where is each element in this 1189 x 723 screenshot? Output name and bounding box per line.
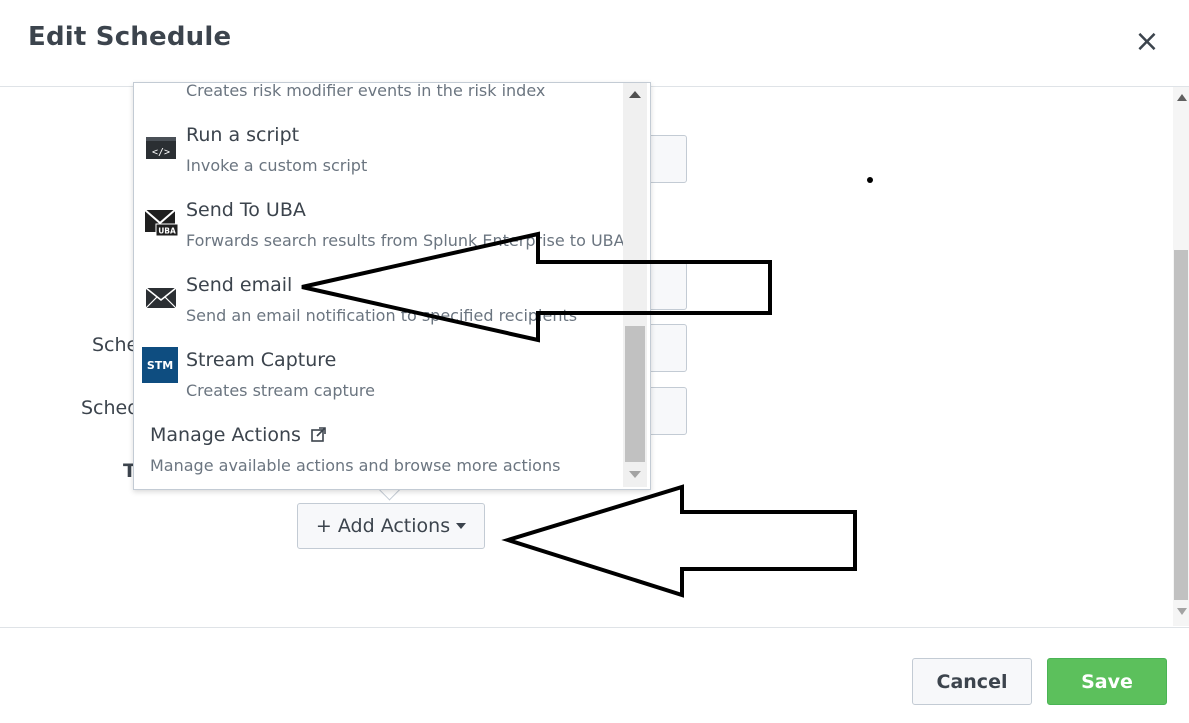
external-link-icon bbox=[311, 425, 326, 447]
dropdown-scroll-thumb[interactable] bbox=[625, 326, 645, 462]
manage-actions-desc: Manage available actions and browse more… bbox=[150, 456, 561, 475]
dropdown-scroll-down-icon[interactable] bbox=[629, 471, 641, 478]
risk-analysis-desc: Creates risk modifier events in the risk… bbox=[186, 82, 546, 100]
add-actions-button[interactable]: + Add Actions bbox=[297, 503, 485, 549]
dropdown-item-run-script[interactable]: </> Run a script Invoke a custom script bbox=[134, 124, 624, 194]
manage-actions-link[interactable]: Manage Actions Manage available actions … bbox=[134, 424, 624, 484]
scroll-up-icon[interactable] bbox=[1177, 94, 1187, 101]
dialog-scroll-thumb[interactable] bbox=[1174, 250, 1188, 600]
dropdown-item-label: Run a script bbox=[186, 124, 300, 146]
dropdown-item-label: Send To UBA bbox=[186, 199, 306, 221]
manage-actions-label-row: Manage Actions bbox=[150, 424, 326, 447]
dropdown-item-send-to-uba[interactable]: UBA Send To UBA Forwards search results … bbox=[134, 199, 625, 269]
dialog-title: Edit Schedule bbox=[28, 22, 232, 52]
dropdown-item-desc: Forwards search results from Splunk Ente… bbox=[186, 231, 625, 250]
scroll-down-icon[interactable] bbox=[1177, 608, 1187, 615]
schedule-label: Sche bbox=[92, 334, 139, 356]
dropdown-item-label: Send email bbox=[186, 274, 293, 296]
dropdown-item-desc: Creates stream capture bbox=[186, 381, 375, 400]
add-actions-label: + Add Actions bbox=[315, 515, 451, 537]
dropdown-scroll-up-icon[interactable] bbox=[629, 91, 641, 98]
email-icon bbox=[144, 281, 178, 315]
dropdown-item-stream-capture[interactable]: STM Stream Capture Creates stream captur… bbox=[134, 347, 624, 419]
actions-dropdown: Creates risk modifier events in the risk… bbox=[133, 82, 651, 490]
stm-icon: STM bbox=[142, 347, 178, 383]
svg-text:</>: </> bbox=[152, 147, 170, 158]
dropdown-item-label: Stream Capture bbox=[186, 349, 337, 371]
stm-icon-text: STM bbox=[147, 359, 173, 372]
dropdown-item-desc: Invoke a custom script bbox=[186, 156, 368, 175]
script-icon: </> bbox=[144, 131, 178, 165]
dialog-header: Edit Schedule × bbox=[0, 0, 1189, 87]
save-button[interactable]: Save bbox=[1047, 658, 1167, 705]
close-icon[interactable]: × bbox=[1133, 27, 1161, 57]
caret-down-icon bbox=[456, 523, 467, 529]
cancel-button[interactable]: Cancel bbox=[912, 658, 1032, 705]
uba-envelope-icon: UBA bbox=[144, 206, 179, 240]
dropdown-item-desc: Send an email notification to specified … bbox=[186, 306, 578, 325]
manage-actions-label: Manage Actions bbox=[150, 424, 301, 446]
schedule-window-label: Sched bbox=[81, 397, 140, 419]
dropdown-item-send-email[interactable]: Send email Send an email notification to… bbox=[134, 274, 624, 344]
uba-icon-text: UBA bbox=[158, 227, 176, 236]
